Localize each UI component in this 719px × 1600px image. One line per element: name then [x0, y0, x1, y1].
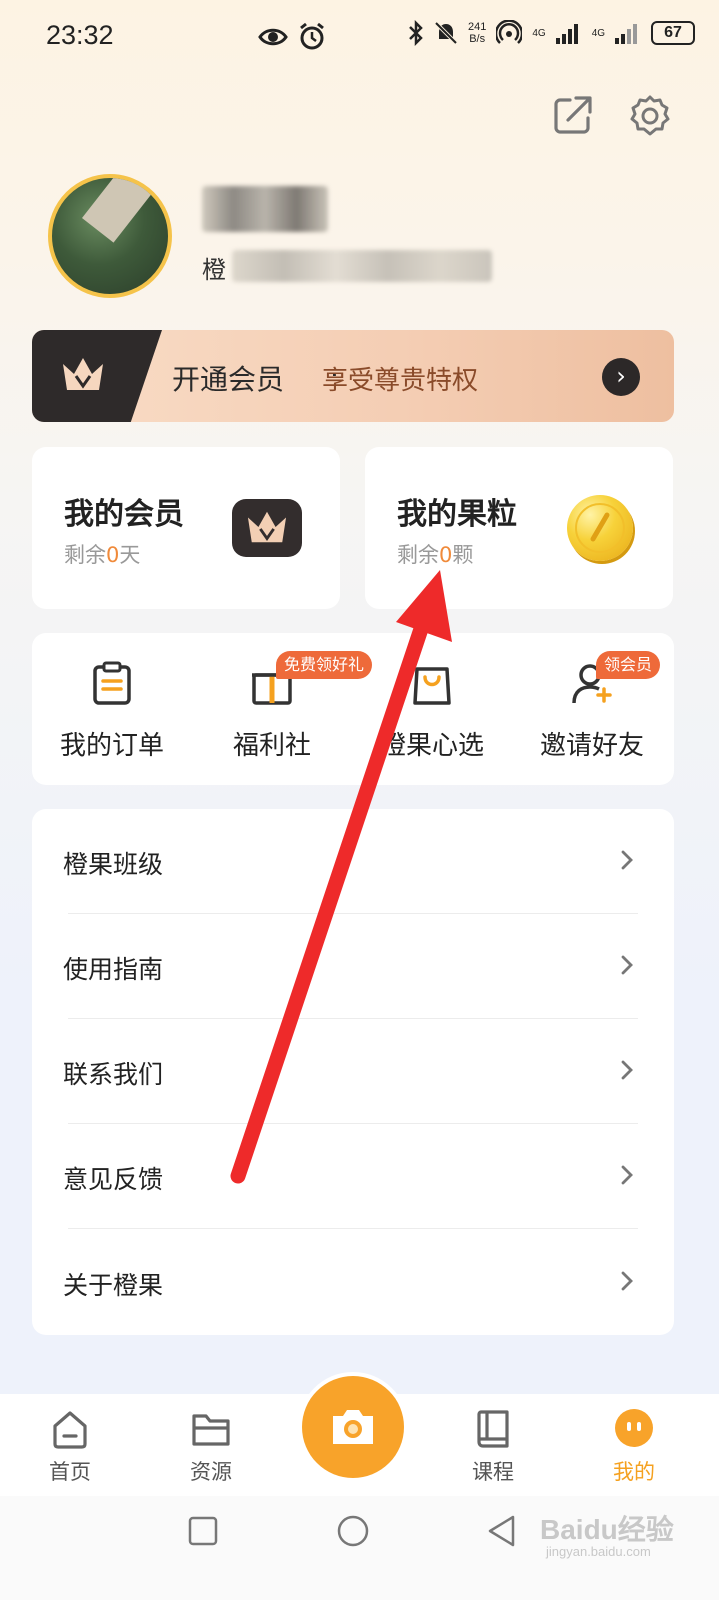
alarm-icon	[300, 22, 324, 50]
camera-button[interactable]	[302, 1376, 404, 1478]
quick-action-label: 橙果心选	[379, 731, 484, 761]
my-points-card[interactable]: 我的果粒 剩余0颗	[365, 447, 673, 609]
recents-square-icon[interactable]	[188, 1516, 218, 1546]
signal-label-1: 4G	[532, 27, 546, 39]
avatar[interactable]	[48, 174, 172, 298]
status-right-group: 241 B/s 4G 4G 67	[408, 20, 696, 46]
quick-action-label: 邀请好友	[539, 731, 644, 761]
battery-indicator: 67	[651, 21, 696, 45]
divider	[68, 1228, 638, 1229]
camera-icon	[333, 1410, 373, 1444]
user-subtitle-blurred	[232, 250, 492, 282]
vip-banner-title: 开通会员	[172, 363, 285, 396]
user-subtitle-prefix: 橙	[202, 256, 226, 284]
welfare-badge: 免费领好礼	[276, 651, 373, 679]
menu-item-label: 关于橙果	[63, 1271, 164, 1300]
eye-icon	[258, 28, 288, 46]
nav-label: 我的	[613, 1460, 655, 1484]
nav-label: 首页	[49, 1460, 91, 1484]
watermark-url: jingyan.baidu.com	[546, 1544, 651, 1559]
clipboard-icon	[93, 661, 131, 705]
watermark: Baidu经验	[540, 1514, 674, 1545]
status-indicators	[258, 22, 326, 52]
chevron-right-icon	[621, 1271, 633, 1291]
nav-label: 课程	[472, 1460, 514, 1484]
menu-item-contact[interactable]: 联系我们	[32, 1019, 674, 1124]
bluetooth-icon	[409, 20, 423, 46]
vip-banner[interactable]: 开通会员 · 享受尊贵特权 ›	[32, 330, 674, 422]
membership-card-title: 我的会员	[64, 497, 184, 532]
points-card-title: 我的果粒	[397, 497, 517, 532]
shopping-bag-icon	[413, 667, 451, 705]
gear-icon[interactable]	[628, 94, 672, 138]
nav-label: 资源	[190, 1460, 232, 1484]
points-remaining: 剩余0颗	[397, 543, 474, 567]
quick-action-label: 福利社	[232, 731, 311, 761]
vip-banner-subtitle: 享受尊贵特权	[322, 366, 479, 396]
book-icon	[477, 1410, 509, 1448]
status-bar: 23:32 241 B/s 4G 4G 67	[0, 0, 719, 78]
menu-item-label: 橙果班级	[63, 850, 164, 879]
nav-courses[interactable]: 课程	[453, 1408, 533, 1486]
menu-item-class[interactable]: 橙果班级	[32, 809, 674, 914]
folder-icon	[192, 1414, 230, 1446]
nav-home[interactable]: 首页	[30, 1408, 110, 1486]
quick-action-label: 我的订单	[59, 731, 164, 761]
membership-crown-tile	[232, 499, 302, 557]
signal-bars-icon	[615, 24, 638, 44]
home-icon	[53, 1411, 87, 1449]
menu-item-label: 意见反馈	[63, 1165, 164, 1194]
menu-item-guide[interactable]: 使用指南	[32, 914, 674, 1019]
quick-action-orders[interactable]: 我的订单	[32, 633, 192, 785]
invite-badge: 领会员	[596, 651, 661, 679]
membership-remaining: 剩余0天	[64, 543, 141, 567]
signal-bars-icon	[555, 24, 578, 44]
username-blurred	[202, 186, 328, 232]
signal-label-2: 4G	[591, 27, 606, 39]
nav-resources[interactable]: 资源	[171, 1408, 251, 1486]
menu-item-about[interactable]: 关于橙果	[32, 1230, 674, 1335]
menu-item-label: 联系我们	[63, 1060, 164, 1089]
quick-action-selection[interactable]: 橙果心选	[352, 633, 512, 785]
vip-banner-arrow-button[interactable]: ›	[602, 358, 640, 396]
avatar-image-detail	[82, 178, 168, 243]
chevron-right-icon	[621, 1165, 633, 1185]
menu-item-label: 使用指南	[63, 955, 164, 984]
mute-bell-icon	[434, 21, 458, 45]
coin-icon	[567, 495, 633, 561]
share-icon[interactable]	[552, 94, 594, 136]
my-membership-card[interactable]: 我的会员 剩余0天	[32, 447, 340, 609]
nav-mine[interactable]: 我的	[594, 1408, 674, 1486]
chevron-right-icon	[621, 955, 633, 975]
menu-item-feedback[interactable]: 意见反馈	[32, 1124, 674, 1229]
back-triangle-icon[interactable]	[486, 1514, 516, 1548]
settings-menu: 橙果班级 使用指南 联系我们 意见反馈 关于橙果	[32, 809, 674, 1335]
network-speed: 241 B/s	[468, 21, 487, 45]
crown-icon	[247, 511, 287, 543]
home-circle-icon[interactable]	[336, 1514, 370, 1548]
status-time: 23:32	[46, 20, 114, 50]
crown-icon	[63, 358, 103, 390]
chevron-right-icon	[621, 850, 633, 870]
chevron-right-icon	[621, 1060, 633, 1080]
profile-face-icon	[615, 1409, 653, 1447]
hotspot-icon	[496, 20, 523, 44]
quick-actions: 我的订单 福利社 橙果心选 邀请好友 免费领好礼 领会员	[32, 633, 674, 785]
